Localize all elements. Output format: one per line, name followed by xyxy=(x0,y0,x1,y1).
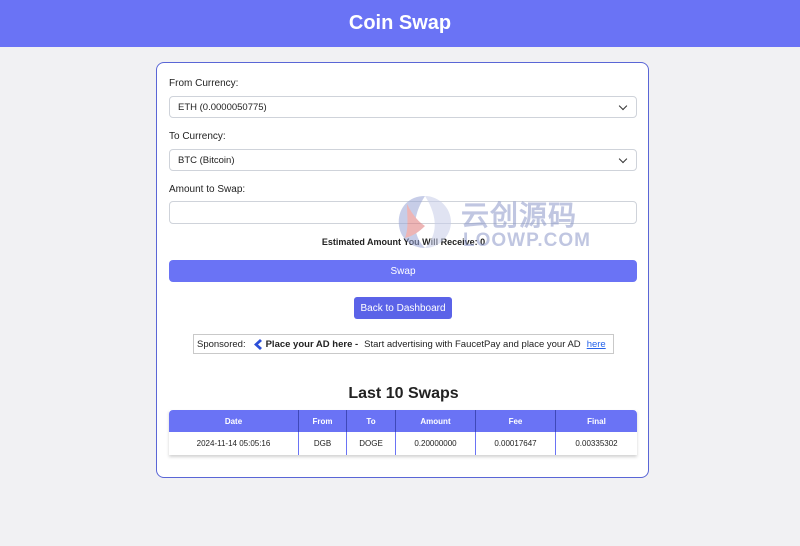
cell-amount: 0.20000000 xyxy=(396,432,476,455)
to-currency-label: To Currency: xyxy=(169,131,226,142)
table-header-row: Date From To Amount Fee Final xyxy=(169,410,637,432)
chevron-down-icon xyxy=(618,101,628,111)
page-title: Coin Swap xyxy=(348,12,452,34)
column-header-fee: Fee xyxy=(476,410,556,432)
ad-title: Place your AD here - xyxy=(265,338,359,350)
column-header-from: From xyxy=(299,410,347,432)
table-row: 2024-11-14 05:05:16 DGB DOGE 0.20000000 … xyxy=(169,432,637,455)
estimated-amount-text: Estimated Amount You Will Receive: 0 xyxy=(321,237,486,247)
column-header-to: To xyxy=(347,410,396,432)
swap-card: From Currency: ETH (0.0000050775) To Cur… xyxy=(156,62,649,478)
cell-date: 2024-11-14 05:05:16 xyxy=(169,432,299,455)
ad-text: Start advertising with FaucetPay and pla… xyxy=(364,338,581,350)
column-header-amount: Amount xyxy=(396,410,476,432)
ad-link[interactable]: here xyxy=(587,339,606,350)
column-header-date: Date xyxy=(169,410,299,432)
from-currency-value: ETH (0.0000050775) xyxy=(178,101,267,113)
last-swaps-title: Last 10 Swaps xyxy=(348,385,459,402)
to-currency-select[interactable]: BTC (Bitcoin) xyxy=(169,149,637,171)
from-currency-label: From Currency: xyxy=(169,78,239,89)
amount-input[interactable] xyxy=(169,201,637,224)
cell-fee: 0.00017647 xyxy=(476,432,556,455)
from-currency-select[interactable]: ETH (0.0000050775) xyxy=(169,96,637,118)
to-currency-value: BTC (Bitcoin) xyxy=(178,154,235,166)
sponsored-label: Sponsored: xyxy=(197,338,246,350)
chevron-down-icon xyxy=(618,154,628,164)
back-to-dashboard-button[interactable]: Back to Dashboard xyxy=(354,297,452,319)
cell-final: 0.00335302 xyxy=(556,432,637,455)
amount-label: Amount to Swap: xyxy=(169,184,246,195)
column-header-final: Final xyxy=(556,410,637,432)
sponsored-ad-banner[interactable]: Sponsored: Place your AD here - Start ad… xyxy=(193,334,614,354)
faucetpay-arrow-icon xyxy=(253,338,262,350)
cell-to: DOGE xyxy=(347,432,396,455)
cell-from: DGB xyxy=(299,432,347,455)
swap-button[interactable]: Swap xyxy=(169,260,637,282)
app-header: Coin Swap xyxy=(0,0,800,47)
swaps-table: Date From To Amount Fee Final 2024-11-14… xyxy=(169,410,637,455)
